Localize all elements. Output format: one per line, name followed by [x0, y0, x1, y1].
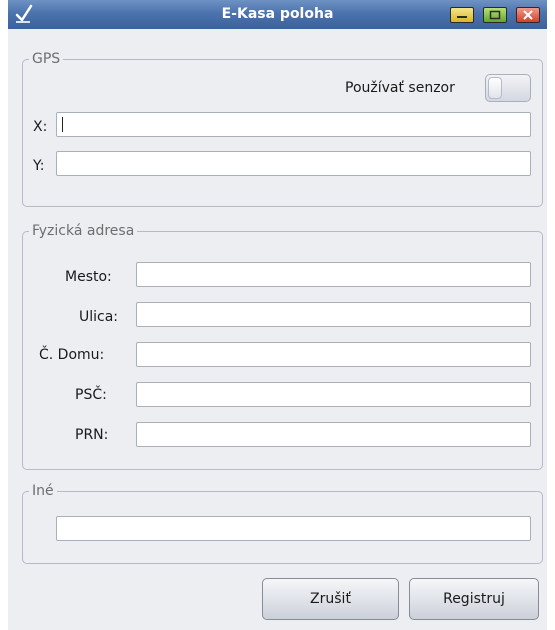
- gps-group-title: GPS: [29, 50, 64, 68]
- use-sensor-label: Používať senzor: [345, 80, 455, 96]
- city-input[interactable]: [136, 262, 531, 287]
- street-input[interactable]: [136, 302, 531, 327]
- register-button[interactable]: Registruj: [409, 578, 539, 620]
- minimize-icon: [451, 8, 473, 22]
- other-input[interactable]: [56, 516, 531, 541]
- close-button[interactable]: [516, 7, 540, 23]
- other-group-title: Iné: [29, 482, 57, 500]
- cancel-button[interactable]: Zrušiť: [262, 578, 399, 620]
- title-bar: E-Kasa poloha: [8, 0, 547, 29]
- window: E-Kasa poloha GPS Používať senzor X: Y:: [8, 0, 547, 630]
- text-caret: [62, 117, 63, 132]
- street-label: Ulica:: [79, 309, 119, 325]
- other-group: Iné: [22, 482, 543, 564]
- x-coordinate-input[interactable]: [56, 112, 531, 137]
- close-icon: [517, 8, 539, 22]
- zip-code-label: PSČ:: [75, 387, 107, 403]
- city-label: Mesto:: [65, 269, 112, 285]
- house-number-input[interactable]: [136, 342, 531, 367]
- maximize-button[interactable]: [483, 7, 507, 23]
- use-sensor-toggle[interactable]: [485, 74, 531, 102]
- x-label: X:: [33, 119, 48, 135]
- physical-address-group-title: Fyzická adresa: [29, 222, 138, 240]
- y-label: Y:: [33, 158, 45, 174]
- maximize-icon: [484, 8, 506, 22]
- house-number-label: Č. Domu:: [39, 347, 105, 363]
- prn-input[interactable]: [136, 422, 531, 447]
- toggle-knob[interactable]: [488, 77, 502, 99]
- minimize-button[interactable]: [450, 7, 474, 23]
- y-coordinate-input[interactable]: [56, 151, 531, 176]
- physical-address-group: Fyzická adresa Mesto: Ulica: Č. Domu: PS…: [22, 222, 543, 470]
- zip-code-input[interactable]: [136, 382, 531, 407]
- prn-label: PRN:: [75, 427, 109, 443]
- gps-group: GPS Používať senzor X: Y:: [22, 50, 543, 207]
